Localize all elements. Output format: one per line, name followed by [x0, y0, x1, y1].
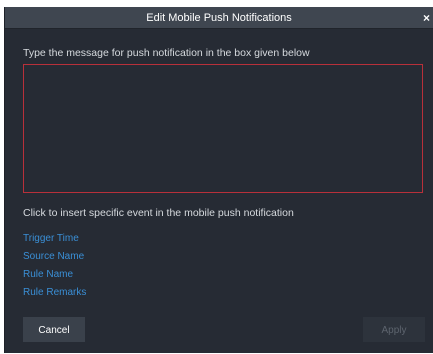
event-rule-remarks-link[interactable]: Rule Remarks [23, 287, 86, 305]
dialog-title: Edit Mobile Push Notifications [146, 12, 292, 24]
event-source-name-link[interactable]: Source Name [23, 251, 86, 269]
event-trigger-time-link[interactable]: Trigger Time [23, 233, 86, 251]
push-message-textarea[interactable] [23, 64, 423, 193]
cancel-button[interactable]: Cancel [23, 317, 85, 342]
insert-event-label: Click to insert specific event in the mo… [23, 207, 294, 219]
close-icon[interactable]: × [423, 7, 430, 29]
event-rule-name-link[interactable]: Rule Name [23, 269, 86, 287]
event-token-list: Trigger Time Source Name Rule Name Rule … [23, 233, 86, 305]
dialog-titlebar: Edit Mobile Push Notifications × [5, 7, 433, 29]
edit-push-notifications-dialog: Edit Mobile Push Notifications × Type th… [4, 7, 433, 353]
apply-button[interactable]: Apply [363, 317, 425, 342]
message-instruction: Type the message for push notification i… [23, 47, 310, 59]
